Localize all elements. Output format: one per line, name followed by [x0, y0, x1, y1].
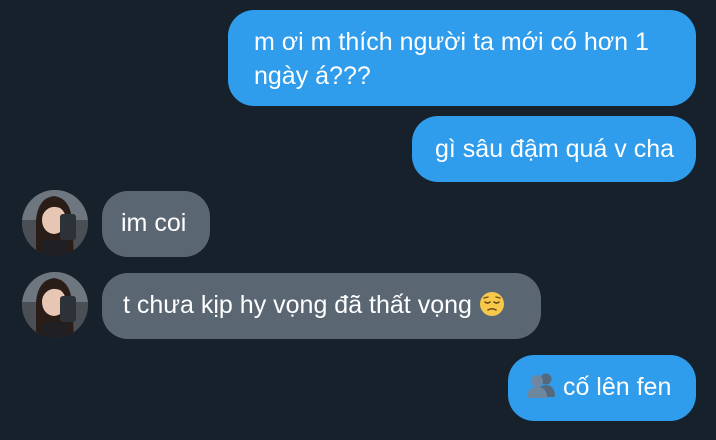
message-text: cố lên fen — [562, 373, 672, 401]
busts-in-silhouette-icon — [526, 371, 556, 408]
message-bubble-outgoing[interactable]: gì sâu đậm quá v cha — [412, 116, 696, 182]
avatar[interactable] — [22, 190, 88, 256]
message-text: im coi — [121, 209, 187, 237]
message-bubble-incoming[interactable]: t chưa kịp hy vọng đã thất vọng — [102, 273, 541, 339]
pensive-face-icon — [479, 291, 505, 326]
message-text: t chưa kịp hy vọng đã thất vọng — [123, 291, 472, 319]
message-bubble-incoming[interactable]: im coi — [102, 191, 210, 257]
message-bubble-outgoing[interactable]: cố lên fen — [508, 355, 696, 421]
message-bubble-outgoing[interactable]: m ơi m thích người ta mới có hơn 1 ngày … — [228, 10, 696, 106]
message-text: gì sâu đậm quá v cha — [435, 135, 675, 163]
message-text: m ơi m thích người ta mới có hơn 1 ngày … — [254, 28, 649, 90]
profile-photo — [22, 190, 88, 256]
profile-photo — [22, 272, 88, 338]
avatar[interactable] — [22, 272, 88, 338]
